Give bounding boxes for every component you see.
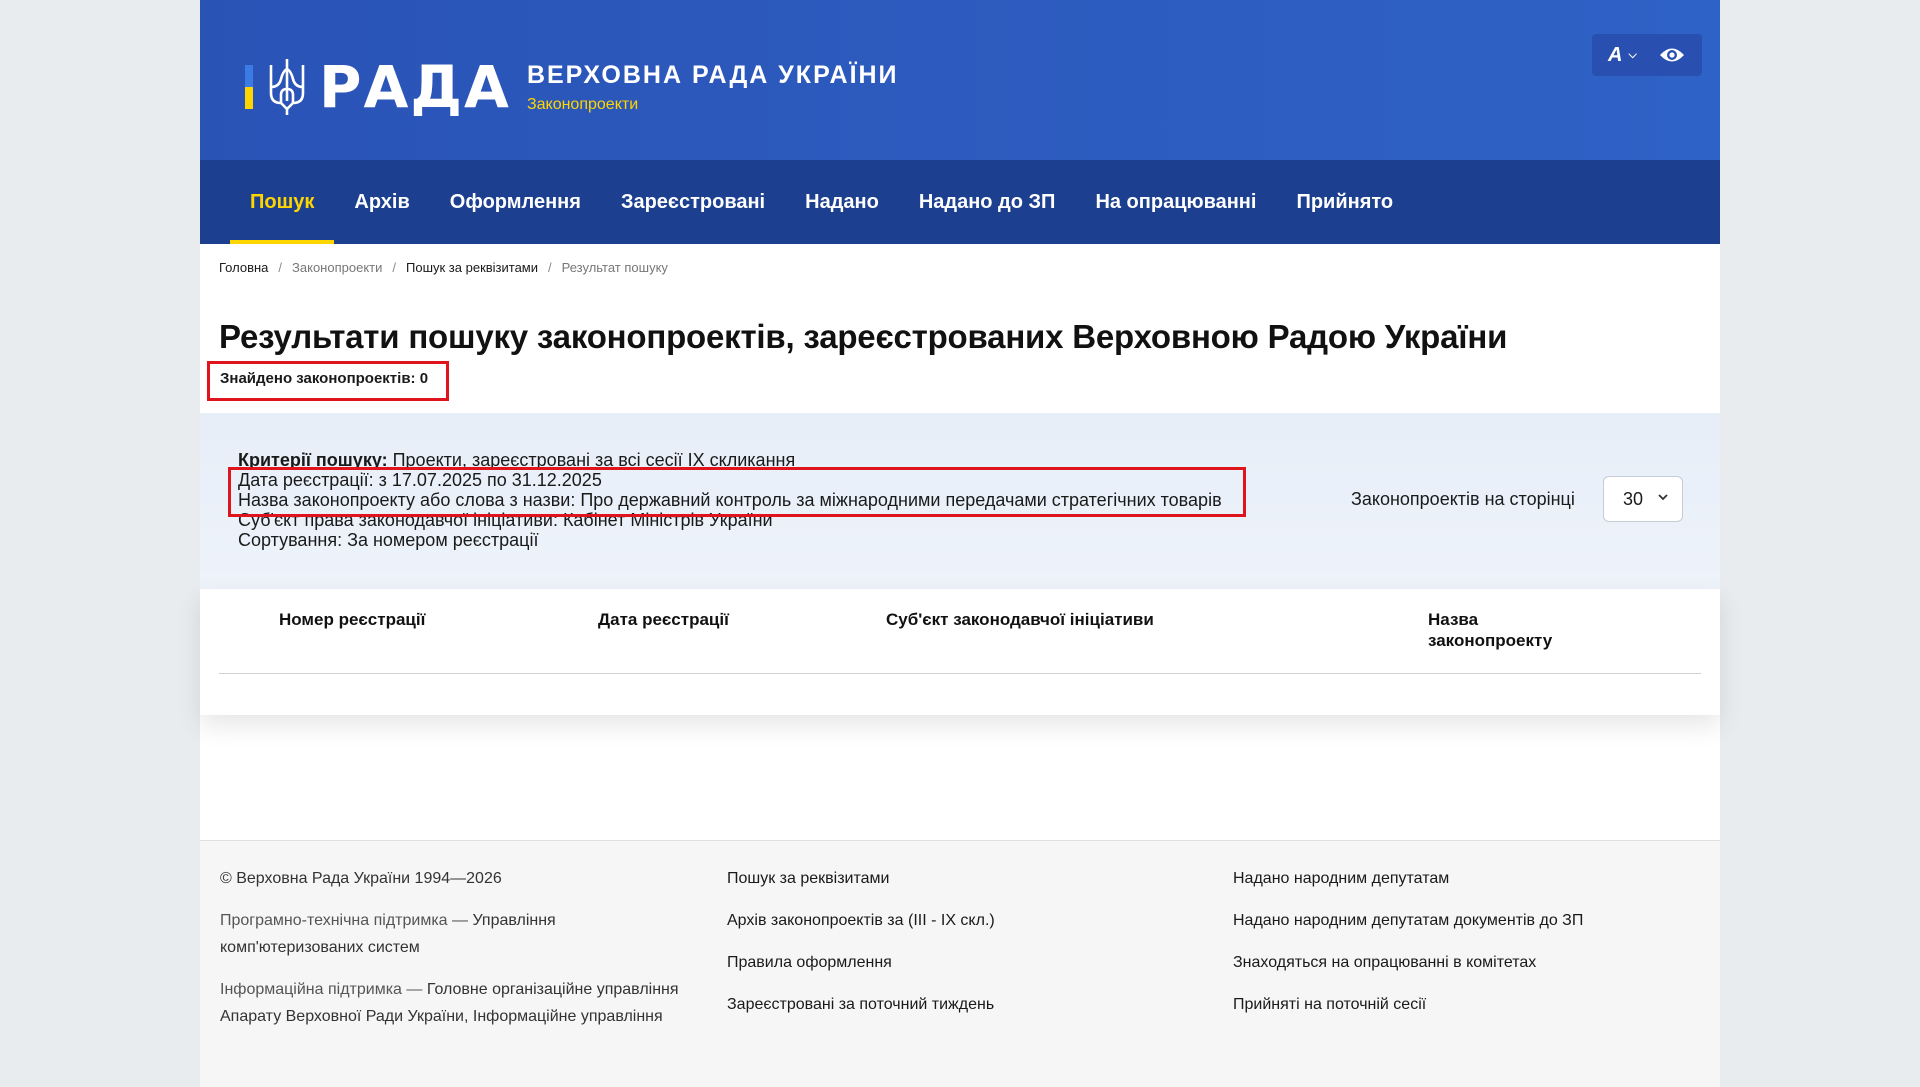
per-page-label: Законопроектів на сторінці [1351,489,1575,509]
chevron-down-icon: ⌵ [1628,48,1637,61]
nav-item-in-progress[interactable]: На опрацюванні [1075,160,1276,244]
per-page-value: 30 [1623,488,1644,509]
page-title: Результати пошуку законопроектів, зареєс… [219,318,1508,355]
criteria-sort: Сортування: За номером реєстрації [238,530,539,550]
footer-info-support: Інформаційна підтримка — Головне організ… [220,976,690,1030]
footer-link-provided-deputies[interactable]: Надано народним депутатам [1233,865,1703,892]
footer-col-links-2: Надано народним депутатам Надано народни… [1233,865,1703,1033]
footer-copyright: © Верховна Рада України 1994—2026 [220,870,502,887]
breadcrumb-home[interactable]: Головна [219,260,268,275]
footer-link-adopted-session[interactable]: Прийняті на поточній сесії [1233,991,1703,1018]
breadcrumb-separator: / [548,260,552,275]
nav-item-archive[interactable]: Архів [334,160,429,244]
logo-word: РАДА [319,53,511,121]
column-header-title[interactable]: Назва законопроекту [1428,609,1568,651]
footer-link-registered-week[interactable]: Зареєстровані за поточний тиждень [727,991,1197,1018]
column-header-number[interactable]: Номер реєстрації [279,609,425,630]
trident-icon [269,59,305,115]
font-size-icon: А [1608,43,1623,66]
logo-title: ВЕРХОВНА РАДА УКРАЇНИ [526,60,899,89]
nav-item-search[interactable]: Пошук [230,160,335,244]
breadcrumb-separator: / [392,260,396,275]
footer-link-archive[interactable]: Архів законопроектів за (III - IX скл.) [727,907,1197,934]
site-logo[interactable]: РАДА ВЕРХОВНА РАДА УКРАЇНИ Законопроекти [245,56,899,118]
eye-icon [1659,48,1684,62]
nav-item-provided-zp[interactable]: Надано до ЗП [899,160,1076,244]
site-header: РАДА ВЕРХОВНА РАДА УКРАЇНИ Законопроекти… [200,0,1720,160]
highlight-box [228,467,1246,517]
search-criteria-panel: Критерії пошуку: Проекти, зареєстровані … [200,413,1720,589]
column-header-subject[interactable]: Суб'єкт законодавчої ініціативи [886,609,1154,630]
footer-link-search[interactable]: Пошук за реквізитами [727,865,1197,892]
flag-icon [245,65,253,109]
visually-impaired-button[interactable] [1659,46,1685,64]
table-divider [219,673,1701,674]
breadcrumb-bills[interactable]: Законопроекти [292,260,382,275]
page: РАДА ВЕРХОВНА РАДА УКРАЇНИ Законопроекти… [200,0,1720,1087]
found-count: Знайдено законопроектів: 0 [207,361,449,401]
footer-col-info: © Верховна Рада України 1994—2026 Програ… [220,865,690,1045]
breadcrumb: Головна / Законопроекти / Пошук за рекві… [219,260,668,275]
footer-col-links-1: Пошук за реквізитами Архів законопроекті… [727,865,1197,1033]
logo-subtitle: Законопроекти [526,95,639,113]
results-table: Номер реєстрації Дата реєстрації Суб'єкт… [200,589,1720,715]
per-page-select[interactable]: 30 [1603,476,1683,522]
footer-link-committees[interactable]: Знаходяться на опрацюванні в комітетах [1233,949,1703,976]
chevron-down-icon [1658,494,1668,501]
font-size-button[interactable]: А ⌵ [1608,44,1637,67]
accessibility-tools: А ⌵ [1592,34,1702,76]
footer-tech-support-label: Програмно-технічна підтримка — [220,912,473,929]
site-footer: © Верховна Рада України 1994—2026 Програ… [200,840,1720,1087]
nav-item-provided[interactable]: Надано [785,160,899,244]
footer-info-support-label: Інформаційна підтримка — [220,981,427,998]
breadcrumb-current: Результат пошуку [561,260,668,275]
nav-item-adopted[interactable]: Прийнято [1276,160,1413,244]
nav-item-registered[interactable]: Зареєстровані [601,160,785,244]
breadcrumb-separator: / [278,260,283,275]
nav-item-formatting[interactable]: Оформлення [430,160,601,244]
footer-link-rules[interactable]: Правила оформлення [727,949,1197,976]
breadcrumb-search[interactable]: Пошук за реквізитами [406,260,538,275]
footer-tech-support: Програмно-технічна підтримка — Управлінн… [220,907,690,961]
footer-link-provided-zp[interactable]: Надано народним депутатам документів до … [1233,907,1703,934]
column-header-date[interactable]: Дата реєстрації [598,609,729,630]
main-nav: Пошук Архів Оформлення Зареєстровані Над… [200,160,1720,244]
